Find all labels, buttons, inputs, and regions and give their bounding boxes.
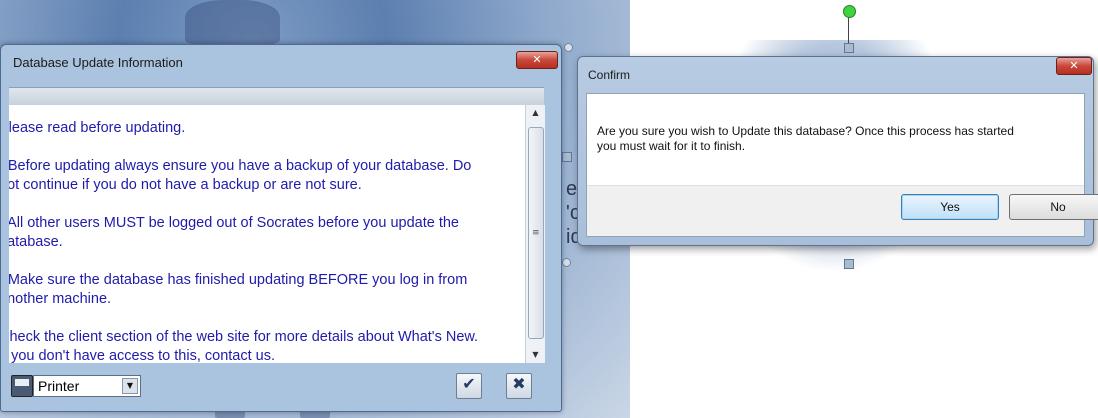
close-icon: ✕ <box>532 53 542 66</box>
checkmark-icon: ✔ <box>462 374 476 393</box>
close-button[interactable]: ✕ <box>516 51 558 69</box>
no-button[interactable]: No <box>1009 194 1098 220</box>
dialog-body: Are you sure you wish to Update this dat… <box>586 93 1098 237</box>
info-line: another machine. <box>9 291 112 307</box>
info-line: Check the client section of the web site… <box>9 329 479 345</box>
scroll-up-icon[interactable]: ▲ <box>526 105 545 121</box>
printer-select[interactable]: Printer ▼ <box>33 375 141 397</box>
chevron-down-icon[interactable]: ▼ <box>122 378 138 394</box>
x-icon: ✖ <box>512 374 526 393</box>
info-line: - All other users MUST be logged out of … <box>9 215 459 231</box>
info-line: If you don't have access to this, contac… <box>9 348 276 363</box>
info-line: database. <box>9 234 63 250</box>
info-line: - Before updating always ensure you have… <box>9 158 472 174</box>
resize-handle-corner[interactable] <box>562 258 571 267</box>
resize-handle-top[interactable] <box>844 43 854 53</box>
yes-button[interactable]: Yes <box>901 194 999 220</box>
close-button[interactable]: ✕ <box>1056 57 1092 75</box>
printer-icon <box>11 375 33 397</box>
button-bar: Yes No <box>587 185 1098 236</box>
vertical-scrollbar[interactable]: ▲ ≡ ▼ <box>525 105 545 363</box>
window-footer: Printer ▼ ✔ ✖ <box>1 365 561 411</box>
scroll-down-icon[interactable]: ▼ <box>526 347 545 363</box>
cancel-button[interactable]: ✖ <box>506 373 532 399</box>
info-text-area[interactable]: Please read before updating. - Before up… <box>9 105 525 363</box>
rotation-line <box>848 14 849 46</box>
confirm-button[interactable]: ✔ <box>456 373 482 399</box>
scroll-thumb[interactable]: ≡ <box>528 127 544 339</box>
close-icon: ✕ <box>1069 59 1079 72</box>
resize-handle-bottom[interactable] <box>844 259 854 269</box>
resize-handle-corner[interactable] <box>564 43 573 52</box>
confirm-message: Are you sure you wish to Update this dat… <box>597 124 1077 154</box>
header-strip <box>9 87 544 106</box>
info-line: Please read before updating. <box>9 120 186 136</box>
resize-handle-left[interactable] <box>562 152 572 162</box>
info-line: - Make sure the database has finished up… <box>9 272 468 288</box>
printer-select-value: Printer <box>38 378 80 394</box>
dialog-title: Confirm <box>588 68 631 82</box>
message-line: Are you sure you wish to Update this dat… <box>597 124 1014 138</box>
partial-text: e <box>566 178 578 200</box>
message-line: you must wait for it to finish. <box>597 139 746 153</box>
confirm-dialog: Confirm ✕ Are you sure you wish to Updat… <box>577 56 1098 246</box>
database-update-window: Database Update Information ✕ Please rea… <box>0 44 562 412</box>
rotate-handle[interactable] <box>843 5 856 18</box>
window-title: Database Update Information <box>13 55 183 70</box>
info-line: not continue if you do not have a backup… <box>9 177 362 193</box>
grip-icon: ≡ <box>532 228 540 238</box>
skeleton-image <box>185 0 280 44</box>
